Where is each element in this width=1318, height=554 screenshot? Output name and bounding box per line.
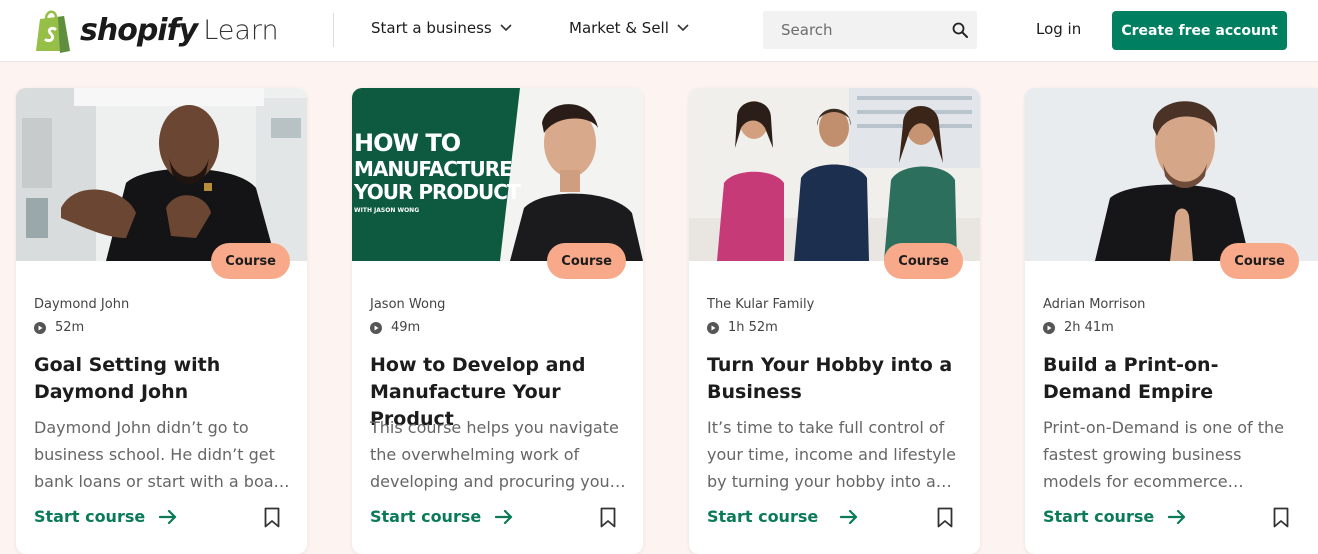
course-description: Print-on-Demand is one of the fastest gr… [1043,418,1285,491]
course-duration: 52m [34,320,84,335]
arrow-right-icon [159,509,177,524]
course-description: Daymond John didn’t go to business schoo… [34,418,290,491]
nav-market-and-sell[interactable]: Market & Sell [569,19,689,37]
course-card[interactable]: HOW TO MANUFACTURE YOUR PRODUCT WITH JAS… [352,88,643,554]
start-course-label: Start course [707,507,819,526]
course-title[interactable]: Build a Print-on-Demand Empire [1043,352,1305,406]
play-circle-icon [1043,321,1055,334]
course-duration: 1h 52m [707,320,778,335]
start-course-link[interactable]: Start course [370,507,513,526]
search-box [763,11,977,49]
logo-learn-text: Learn [203,14,279,46]
course-card[interactable]: Course The Kular Family 1h 52m Turn Your… [689,88,980,554]
duration-text: 52m [55,320,85,335]
course-author: Daymond John [34,297,130,312]
course-duration: 2h 41m [1043,320,1114,335]
course-description: It’s time to take full control of your t… [707,418,956,491]
bookmark-icon[interactable] [1273,507,1289,528]
start-course-link[interactable]: Start course [707,507,858,526]
logo-wordmark: shopify [80,12,198,48]
nav-label: Start a business [371,19,492,37]
start-course-link[interactable]: Start course [34,507,177,526]
course-thumbnail: HOW TO MANUFACTURE YOUR PRODUCT WITH JAS… [352,88,643,261]
top-nav-bar: shopify Learn Start a business Market & … [0,0,1318,62]
shopify-bag-icon [36,10,70,53]
course-title[interactable]: Goal Setting with Daymond John [34,352,296,406]
duration-text: 49m [391,320,421,335]
play-circle-icon [370,321,382,334]
arrow-right-icon [1168,509,1186,524]
thumb-byline: WITH JASON WONG [354,207,419,214]
thumb-headline-line: YOUR PRODUCT [353,180,521,204]
course-duration: 49m [370,320,420,335]
arrow-right-icon [840,509,858,524]
search-icon[interactable] [952,22,968,38]
create-free-account-button[interactable]: Create free account [1112,11,1287,50]
course-thumbnail [16,88,307,261]
nav-label: Market & Sell [569,19,669,37]
chevron-down-icon [677,24,689,32]
course-author: Adrian Morrison [1043,297,1146,312]
header-divider [333,13,334,47]
play-circle-icon [707,321,719,334]
course-author: Jason Wong [370,297,446,312]
thumb-headline-line: MANUFACTURE [354,157,512,181]
start-course-label: Start course [1043,507,1155,526]
login-link[interactable]: Log in [1036,20,1081,38]
bookmark-icon[interactable] [264,507,280,528]
course-card[interactable]: Course Adrian Morrison 2h 41m Build a Pr… [1025,88,1318,554]
shopify-learn-logo[interactable]: shopify Learn [34,7,279,53]
start-course-label: Start course [34,507,146,526]
course-author: The Kular Family [707,297,815,312]
nav-start-a-business[interactable]: Start a business [371,19,512,37]
start-course-link[interactable]: Start course [1043,507,1186,526]
bookmark-icon[interactable] [600,507,616,528]
course-badge: Course [211,243,290,279]
course-badge: Course [547,243,626,279]
thumb-headline-line: HOW TO [354,129,461,157]
course-card[interactable]: Course Daymond John 52m Goal Setting wit… [16,88,307,554]
duration-text: 2h 41m [1064,320,1114,335]
search-input[interactable] [763,21,939,39]
course-badge: Course [1220,243,1299,279]
course-thumbnail [689,88,980,261]
duration-text: 1h 52m [728,320,778,335]
chevron-down-icon [500,24,512,32]
course-description: This course helps you navigate the overw… [370,418,619,491]
arrow-right-icon [495,509,513,524]
start-course-label: Start course [370,507,482,526]
course-badge: Course [884,243,963,279]
course-thumbnail [1025,88,1318,261]
course-title[interactable]: Turn Your Hobby into a Business [707,352,969,406]
bookmark-icon[interactable] [937,507,953,528]
play-circle-icon [34,321,46,334]
